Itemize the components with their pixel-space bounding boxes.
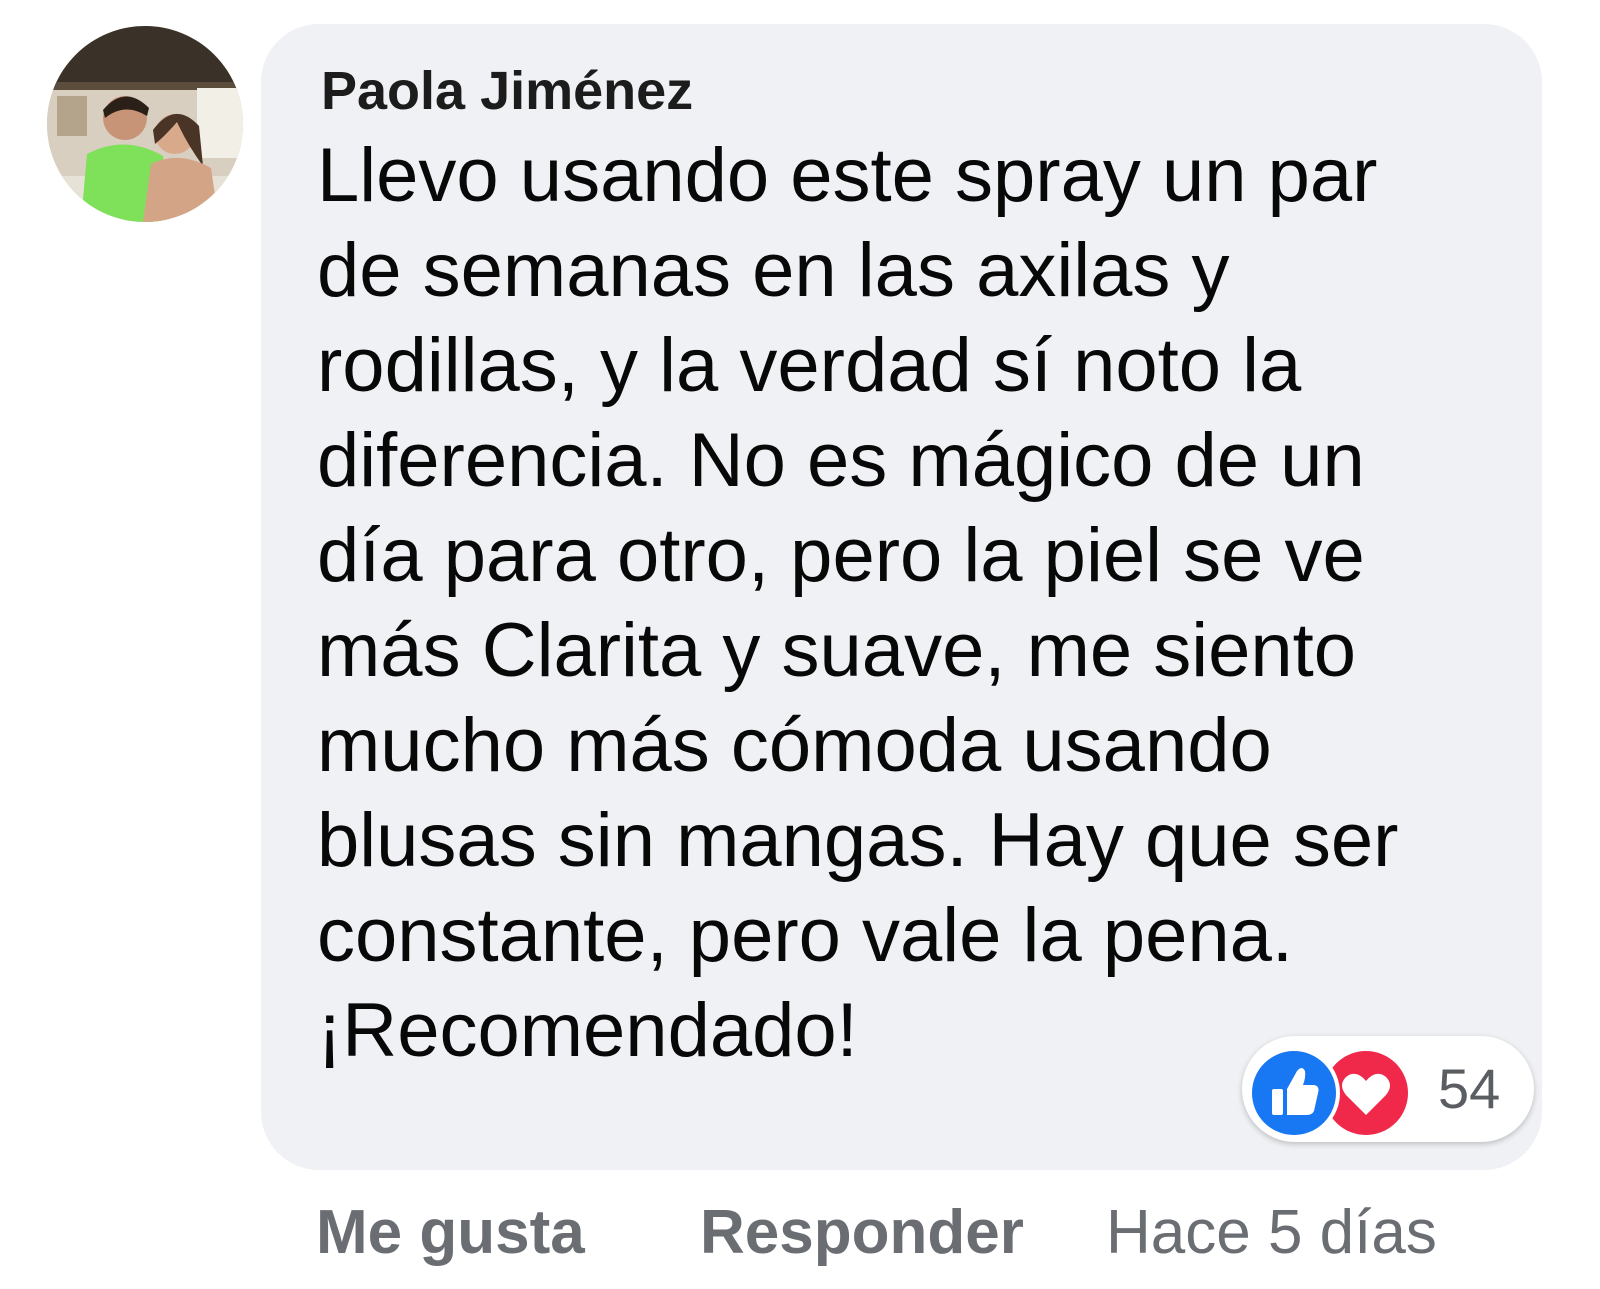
- like-icon: [1248, 1047, 1340, 1139]
- author-name[interactable]: Paola Jiménez: [321, 60, 1502, 122]
- comment-text-line: diferencia. No es mágico de un: [317, 418, 1365, 503]
- like-button[interactable]: Me gusta: [316, 1193, 585, 1273]
- comment-text-line: día para otro, pero la piel se ve: [317, 513, 1365, 598]
- avatar[interactable]: [47, 26, 243, 222]
- comment-text-line: de semanas en las axilas y: [317, 228, 1230, 313]
- timestamp[interactable]: Hace 5 días: [1106, 1193, 1437, 1273]
- comment-text-line: Llevo usando este spray un par: [317, 133, 1378, 218]
- comment-text-line: rodillas, y la verdad sí noto la: [317, 323, 1302, 408]
- comment: Paola Jiménez Llevo usando este spray un…: [0, 0, 1600, 1289]
- comment-text: Llevo usando este spray un par de semana…: [317, 128, 1497, 1078]
- comment-text-line: mucho más cómoda usando: [317, 703, 1272, 788]
- comment-text-line: más Clarita y suave, me siento: [317, 608, 1357, 693]
- reaction-count: 54: [1438, 1057, 1501, 1120]
- comment-text-line: constante, pero vale la pena.: [317, 893, 1294, 978]
- reactions-summary[interactable]: 54: [1242, 1036, 1534, 1142]
- comment-bubble: Paola Jiménez Llevo usando este spray un…: [261, 24, 1542, 1170]
- comment-text-line: blusas sin mangas. Hay que ser: [317, 798, 1399, 883]
- reply-button[interactable]: Responder: [700, 1193, 1024, 1273]
- avatar-photo: [47, 26, 243, 222]
